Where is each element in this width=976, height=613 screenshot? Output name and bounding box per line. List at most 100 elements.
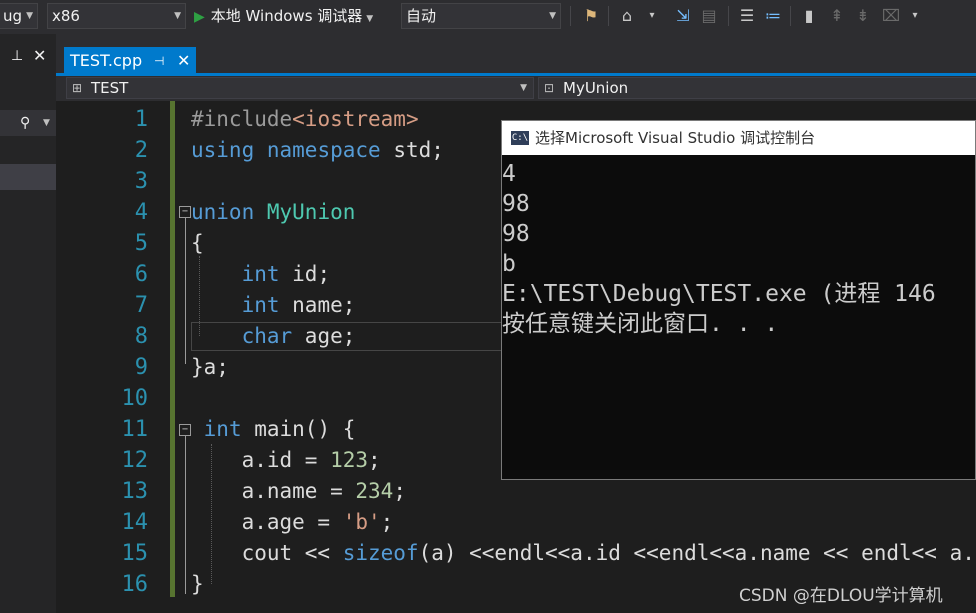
code-token: } — [191, 572, 204, 596]
line-number: 11 — [121, 417, 149, 442]
solution-platform-value: x86 — [52, 7, 80, 25]
home-icon[interactable]: ⌂ — [616, 6, 638, 26]
line-number: 9 — [134, 355, 148, 380]
toolbar-separator — [570, 6, 571, 26]
code-token: <iostream> — [292, 107, 419, 131]
line-number: 2 — [134, 138, 148, 163]
console-output-line: 98 — [502, 191, 530, 217]
document-tab-strip: TEST.cpp ⊣ ✕ — [56, 34, 976, 75]
console-title-bar[interactable]: C:\ 选择Microsoft Visual Studio 调试控制台 — [502, 121, 975, 155]
solution-platform-dropdown[interactable]: x86 ▼ — [47, 3, 186, 29]
chevron-down-icon[interactable]: ▼ — [366, 14, 373, 24]
close-icon[interactable]: ✕ — [33, 46, 46, 65]
code-line[interactable]: { — [191, 228, 204, 259]
chevron-down-icon[interactable]: ▾ — [641, 6, 663, 26]
chevron-down-icon[interactable]: ▾ — [904, 6, 926, 26]
step-into-icon[interactable]: ⇲ — [672, 6, 694, 26]
code-token: (a) <<endl<<a.id <<endl<<a.name << endl<… — [418, 541, 975, 565]
code-token: 123 — [330, 448, 369, 472]
code-token: ; — [380, 510, 394, 534]
line-number: 13 — [121, 479, 149, 504]
code-token: main() { — [241, 417, 356, 441]
code-line[interactable]: a.id = 123; — [191, 445, 381, 476]
solution-configuration-dropdown[interactable]: ug ▼ — [0, 3, 38, 29]
code-line[interactable]: union MyUnion — [191, 197, 355, 228]
code-token: 234 — [355, 479, 394, 503]
hot-reload-icon[interactable]: ⚑ — [580, 6, 602, 26]
code-token: cout << — [191, 541, 343, 565]
code-token: using — [191, 138, 255, 162]
code-token: 'b' — [342, 510, 381, 534]
uncomment-lines-icon[interactable]: ≔ — [762, 6, 784, 26]
code-token: ; — [393, 479, 406, 503]
outline-line — [185, 218, 186, 364]
code-token: int — [241, 293, 280, 317]
code-line[interactable]: a.age = 'b'; — [191, 507, 394, 538]
selected-tree-item[interactable] — [0, 164, 56, 190]
change-tracking-bar — [170, 101, 175, 597]
code-token: a.name = — [191, 479, 356, 503]
toolbar-separator — [728, 6, 729, 26]
line-number: 8 — [134, 324, 148, 349]
debug-target-dropdown[interactable]: 自动 ▼ — [401, 3, 561, 29]
line-number: 1 — [134, 107, 148, 132]
code-line[interactable]: int main() { — [191, 414, 356, 445]
clear-bookmarks-icon: ⌧ — [881, 6, 901, 25]
code-line[interactable]: }a; — [191, 352, 229, 383]
code-line[interactable]: int id; — [191, 259, 331, 290]
line-number: 4 — [134, 200, 148, 225]
code-token: MyUnion — [266, 200, 356, 224]
code-token: { — [191, 231, 204, 255]
console-output-line: 4 — [502, 161, 516, 187]
tab-test-cpp[interactable]: TEST.cpp ⊣ ✕ — [64, 47, 196, 75]
code-line[interactable]: #include<iostream> — [191, 104, 419, 135]
code-token: a.age = — [191, 510, 343, 534]
chevron-down-icon[interactable]: ▼ — [43, 110, 50, 136]
chevron-down-icon: ▼ — [174, 11, 181, 21]
member-value: MyUnion — [563, 79, 629, 97]
code-line[interactable]: int name; — [191, 290, 356, 321]
pin-icon[interactable]: ⊥ — [11, 48, 23, 64]
member-dropdown[interactable]: ⊡ MyUnion — [538, 77, 976, 99]
start-debugging-button[interactable]: ▶ 本地 Windows 调试器 ▼ — [194, 3, 373, 29]
chevron-down-icon: ▼ — [26, 11, 33, 21]
close-icon[interactable]: ✕ — [177, 47, 190, 75]
code-line[interactable]: char age; — [191, 321, 356, 352]
code-token: char — [241, 324, 293, 348]
code-token: std; — [380, 138, 444, 162]
bookmark-icon[interactable]: ▮ — [798, 6, 820, 26]
pin-icon[interactable]: ⊣ — [154, 47, 164, 75]
code-line[interactable]: cout << sizeof(a) <<endl<<a.id <<endl<<a… — [191, 538, 975, 569]
code-line[interactable]: } — [191, 569, 204, 600]
line-number: 16 — [121, 572, 149, 597]
code-token: age; — [292, 324, 356, 348]
code-token: sizeof — [342, 541, 419, 565]
toolbar-separator — [790, 6, 791, 26]
line-number: 10 — [121, 386, 149, 411]
comment-lines-icon[interactable]: ☰ — [736, 6, 758, 26]
code-line[interactable]: a.name = 234; — [191, 476, 406, 507]
chevron-down-icon: ▼ — [520, 83, 527, 93]
code-line[interactable]: using namespace std; — [191, 135, 444, 166]
solution-configuration-value: ug — [3, 7, 23, 25]
collapse-icon[interactable]: − — [179, 424, 191, 436]
search-icon: ⚲ — [20, 115, 31, 131]
panel-search-box[interactable]: ⚲ ▼ — [0, 110, 56, 136]
panel-title-bar: ⊥ ✕ — [0, 46, 56, 70]
line-number: 15 — [121, 541, 149, 566]
step-over-icon: ▤ — [701, 6, 717, 25]
union-icon: ⊡ — [544, 81, 555, 95]
collapse-icon[interactable]: − — [179, 206, 191, 218]
console-output-line: E:\TEST\Debug\TEST.exe (进程 146 — [502, 281, 936, 307]
code-token: name; — [279, 293, 356, 317]
toolbar-separator — [608, 6, 609, 26]
debug-console-window[interactable]: C:\ 选择Microsoft Visual Studio 调试控制台 4 98 9… — [501, 120, 976, 480]
code-token: ; — [368, 448, 381, 472]
line-number: 5 — [134, 231, 148, 256]
console-output-line: b — [502, 251, 516, 277]
scope-dropdown[interactable]: ⊞ TEST ▼ — [66, 77, 534, 99]
chevron-down-icon: ▼ — [549, 11, 556, 21]
code-token: }a; — [191, 355, 229, 379]
